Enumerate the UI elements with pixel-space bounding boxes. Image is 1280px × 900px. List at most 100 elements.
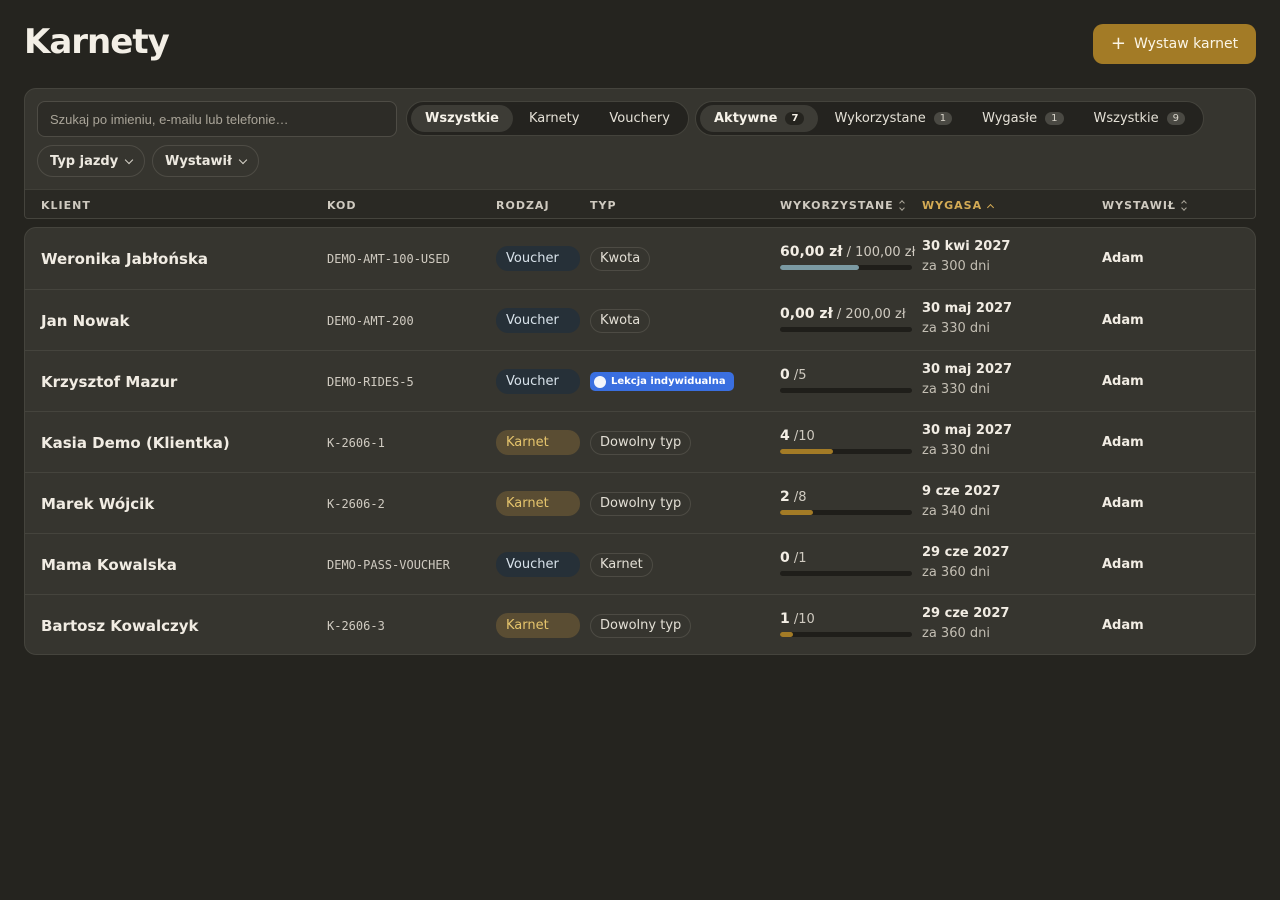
usage-text: 2 /8: [780, 489, 807, 505]
kind-badge: Voucher: [496, 369, 580, 394]
kind-label: Karnet: [506, 435, 549, 450]
kind-tab[interactable]: Wszystkie: [411, 105, 513, 132]
table-row[interactable]: Jan Nowak DEMO-AMT-200 Voucher Kwota 0,0…: [25, 289, 1255, 350]
table-row[interactable]: Bartosz Kowalczyk K-2606-3 Karnet Dowoln…: [25, 594, 1255, 654]
count-badge: 7: [785, 112, 805, 125]
usage-total: /10: [793, 429, 815, 444]
issuer-dropdown[interactable]: Wystawił: [152, 145, 259, 177]
usage-used: 60,00 zł: [780, 244, 843, 260]
usage-used: 0,00 zł: [780, 306, 833, 322]
usage-total: / 200,00 zł: [836, 307, 906, 322]
usage-used: 4: [780, 428, 790, 444]
kind-badge: Voucher: [496, 308, 580, 333]
usage-progress-fill: [780, 632, 794, 637]
table-row[interactable]: Marek Wójcik K-2606-2 Karnet Dowolny typ…: [25, 472, 1255, 533]
column-header-expires[interactable]: WYGASA: [922, 190, 995, 218]
column-header-kind-label: RODZAJ: [496, 199, 550, 212]
usage-total: /10: [793, 612, 815, 627]
kind-label: Karnet: [506, 496, 549, 511]
expiry-relative: za 330 dni: [922, 321, 990, 336]
usage-progress-fill: [780, 510, 813, 515]
page-title: Karnety: [24, 22, 170, 62]
expiry-date: 30 kwi 2027: [922, 239, 1011, 254]
usage-cell: 2 /8: [780, 489, 912, 515]
kind-tab-label: Vouchery: [609, 111, 670, 126]
status-filter-tabs: Aktywne 7 Wykorzystane 1 Wygasłe 1 Wszystkie 9: [695, 101, 1205, 136]
usage-used: 0: [780, 550, 790, 566]
chevron-down-icon: [124, 155, 134, 164]
search-input[interactable]: [37, 101, 397, 137]
issuer-name: Adam: [1102, 435, 1144, 450]
expiry-date: 30 maj 2027: [922, 362, 1013, 377]
kind-badge: Karnet: [496, 430, 580, 455]
expiry-relative: za 340 dni: [922, 504, 990, 519]
table-row[interactable]: Mama Kowalska DEMO-PASS-VOUCHER Voucher …: [25, 533, 1255, 594]
pass-code: DEMO-AMT-100-USED: [327, 251, 450, 266]
kind-tab[interactable]: Karnety: [515, 105, 593, 132]
type-label: Kwota: [600, 313, 641, 328]
table-row[interactable]: Krzysztof Mazur DEMO-RIDES-5 Voucher Lek…: [25, 350, 1255, 411]
column-header-code[interactable]: KOD: [327, 190, 357, 218]
status-tab[interactable]: Aktywne 7: [700, 105, 819, 132]
type-label: Dowolny typ: [600, 435, 682, 450]
type-cell: Dowolny typ: [590, 473, 692, 534]
kind-tab[interactable]: Vouchery: [595, 105, 684, 132]
type-label: Dowolny typ: [600, 618, 682, 633]
type-cell: Kwota: [590, 228, 651, 289]
expiry-relative: za 330 dni: [922, 382, 990, 397]
kind-label: Karnet: [506, 618, 549, 633]
filter-panel: Wszystkie Karnety Vouchery Aktywne 7 Wykorzy…: [24, 88, 1256, 219]
usage-cell: 0 /1: [780, 550, 912, 576]
expiry-date: 30 maj 2027: [922, 301, 1013, 316]
issuer-name: Adam: [1102, 374, 1144, 389]
client-name: Marek Wójcik: [41, 494, 155, 513]
expiry-date: 30 maj 2027: [922, 423, 1013, 438]
expiry-relative: za 300 dni: [922, 259, 990, 274]
ride-type-dropdown-label: Typ jazdy: [50, 153, 119, 169]
status-tab[interactable]: Wszystkie 9: [1080, 105, 1200, 132]
usage-text: 0,00 zł / 200,00 zł: [780, 306, 906, 322]
type-badge: Karnet: [590, 552, 653, 577]
expiry-date: 9 cze 2027: [922, 484, 1001, 499]
type-badge: Kwota: [590, 246, 651, 271]
client-name: Krzysztof Mazur: [41, 372, 178, 391]
table-header: KLIENT KOD RODZAJ TYP WYKORZYSTANE WYGAS…: [25, 189, 1255, 218]
kind-label: Voucher: [506, 557, 559, 572]
issuer-name: Adam: [1102, 618, 1144, 633]
status-tab-label: Wykorzystane: [834, 111, 926, 126]
type-label: Lekcja indywidualna: [611, 376, 726, 387]
usage-text: 60,00 zł / 100,00 zł: [780, 244, 915, 260]
expiry-cell: 9 cze 2027 za 340 dni: [922, 484, 1000, 519]
kind-badge: Voucher: [496, 552, 580, 577]
column-header-issuer-label: WYSTAWIŁ: [1102, 199, 1176, 212]
status-tab[interactable]: Wygasłe 1: [968, 105, 1077, 132]
expiry-date: 29 cze 2027: [922, 545, 1010, 560]
type-badge: Dowolny typ: [590, 613, 692, 638]
type-badge: Dowolny typ: [590, 491, 692, 516]
usage-progress-bar: [780, 388, 912, 393]
usage-total: /5: [793, 368, 807, 383]
usage-text: 1 /10: [780, 611, 815, 627]
ride-type-dropdown[interactable]: Typ jazdy: [37, 145, 146, 177]
type-badge: Dowolny typ: [590, 430, 692, 455]
expiry-relative: za 330 dni: [922, 443, 990, 458]
column-header-client[interactable]: KLIENT: [41, 190, 91, 218]
column-header-type[interactable]: TYP: [590, 190, 617, 218]
usage-cell: 0,00 zł / 200,00 zł: [780, 306, 912, 332]
count-badge: 1: [933, 112, 953, 125]
column-header-kind[interactable]: RODZAJ: [496, 190, 550, 218]
usage-cell: 1 /10: [780, 611, 912, 637]
kind-filter-tabs: Wszystkie Karnety Vouchery: [406, 101, 689, 136]
status-tab[interactable]: Wykorzystane 1: [820, 105, 966, 132]
table-row[interactable]: Weronika Jabłońska DEMO-AMT-100-USED Vou…: [25, 228, 1255, 289]
table-row[interactable]: Kasia Demo (Klientka) K-2606-1 Karnet Do…: [25, 411, 1255, 472]
usage-text: 0 /1: [780, 550, 807, 566]
column-header-usage[interactable]: WYKORZYSTANE: [780, 190, 905, 218]
count-badge: 9: [1166, 112, 1186, 125]
kind-badge: Voucher: [496, 246, 580, 271]
issue-pass-button[interactable]: + Wystaw karnet: [1093, 24, 1256, 64]
column-header-issuer[interactable]: WYSTAWIŁ: [1102, 190, 1187, 218]
expiry-relative: za 360 dni: [922, 565, 990, 580]
passes-table: Weronika Jabłońska DEMO-AMT-100-USED Vou…: [24, 227, 1256, 655]
type-label: Dowolny typ: [600, 496, 682, 511]
